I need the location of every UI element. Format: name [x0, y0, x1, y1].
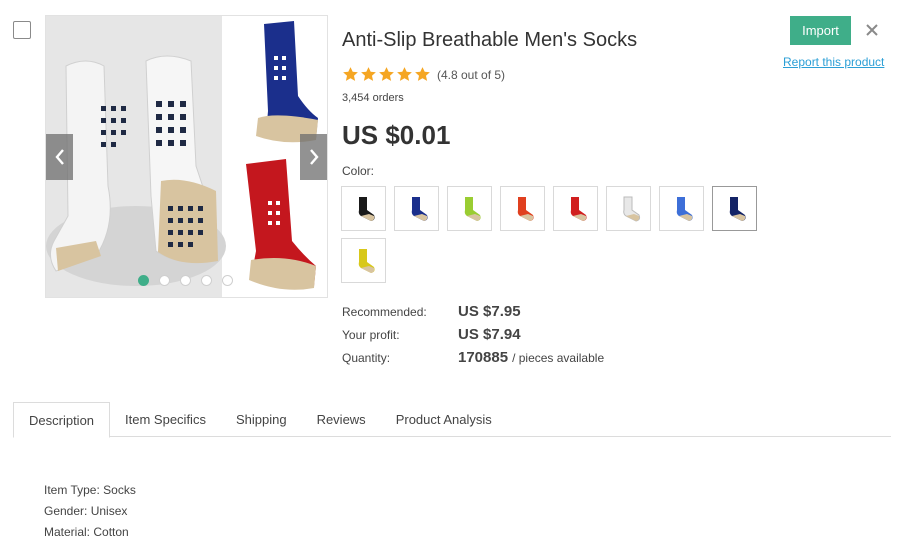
- description-line: Material: Cotton: [44, 525, 129, 539]
- sock-icon: [358, 248, 375, 273]
- star-icon: [379, 67, 394, 81]
- gallery-dot[interactable]: [138, 275, 149, 286]
- star-icon: [415, 67, 430, 81]
- color-swatch-dark-navy[interactable]: [712, 186, 757, 231]
- sock-icon: [358, 196, 375, 221]
- rating-stars: [342, 66, 431, 83]
- star-icon: [361, 67, 376, 81]
- product-rating: (4.8 out of 5): [342, 66, 505, 83]
- product-image: [46, 16, 327, 297]
- star-icon: [397, 67, 412, 81]
- star-icon: [343, 67, 358, 81]
- product-title: Anti-Slip Breathable Men's Socks: [342, 29, 638, 51]
- color-swatch-red[interactable]: [553, 186, 598, 231]
- profit-label: Your profit:: [342, 328, 400, 342]
- report-product-link[interactable]: Report this product: [783, 55, 884, 69]
- description-content: Item Type: Socks Gender: Unisex Material: …: [44, 481, 136, 544]
- color-swatch-orange-red[interactable]: [500, 186, 545, 231]
- pricing-details: Recommended: US $7.95 Your profit: US $7…: [342, 303, 604, 372]
- close-icon: [866, 24, 878, 36]
- quantity-label: Quantity:: [342, 351, 391, 365]
- color-swatch-navy[interactable]: [394, 186, 439, 231]
- color-swatch-list: [341, 186, 771, 283]
- product-tabs: Description Item Specifics Shipping Reviews…: [13, 402, 891, 438]
- color-swatch-yellow[interactable]: [341, 238, 386, 283]
- chevron-right-icon: [309, 149, 319, 165]
- gallery-dot[interactable]: [201, 275, 212, 286]
- gallery-pagination: [138, 275, 233, 286]
- description-line: Item Type: Socks: [44, 483, 136, 497]
- gallery-dot[interactable]: [222, 275, 233, 286]
- color-swatch-black[interactable]: [341, 186, 386, 231]
- close-button[interactable]: [864, 22, 880, 38]
- tab-description[interactable]: Description: [13, 402, 111, 438]
- sock-icon: [729, 196, 746, 221]
- recommended-price-row: Recommended: US $7.95: [342, 303, 604, 326]
- sock-icon: [570, 196, 587, 221]
- sock-icon: [411, 196, 428, 221]
- color-swatch-lime[interactable]: [447, 186, 492, 231]
- sock-icon: [517, 196, 534, 221]
- tab-product-analysis[interactable]: Product Analysis: [381, 402, 507, 437]
- gallery-dot[interactable]: [180, 275, 191, 286]
- sock-icon: [676, 196, 693, 221]
- product-image-gallery: [45, 15, 328, 298]
- product-price: US $0.01: [342, 120, 451, 150]
- recommended-label: Recommended:: [342, 305, 427, 319]
- quantity-suffix: / pieces available: [512, 351, 605, 365]
- color-swatch-white[interactable]: [606, 186, 651, 231]
- sock-icon: [464, 196, 481, 221]
- color-swatch-blue[interactable]: [659, 186, 704, 231]
- tab-item-specifics[interactable]: Item Specifics: [110, 402, 221, 437]
- select-product-checkbox[interactable]: [13, 21, 31, 39]
- sock-icon: [622, 196, 640, 222]
- import-button[interactable]: Import: [790, 16, 851, 45]
- quantity-value: 170885: [458, 349, 509, 366]
- rating-text: (4.8 out of 5): [437, 67, 506, 82]
- gallery-prev-button[interactable]: [46, 134, 73, 180]
- order-count: 3,454 orders: [342, 92, 404, 104]
- gallery-dot[interactable]: [159, 275, 170, 286]
- profit-value: US $7.94: [458, 326, 521, 343]
- description-line: Gender: Unisex: [44, 504, 128, 518]
- profit-row: Your profit: US $7.94: [342, 326, 604, 349]
- tab-shipping[interactable]: Shipping: [221, 402, 302, 437]
- quantity-row: Quantity: 170885 / pieces available: [342, 349, 604, 372]
- color-label: Color:: [342, 164, 375, 178]
- tab-reviews[interactable]: Reviews: [302, 402, 381, 437]
- gallery-next-button[interactable]: [300, 134, 327, 180]
- chevron-left-icon: [54, 149, 64, 165]
- recommended-value: US $7.95: [458, 303, 521, 320]
